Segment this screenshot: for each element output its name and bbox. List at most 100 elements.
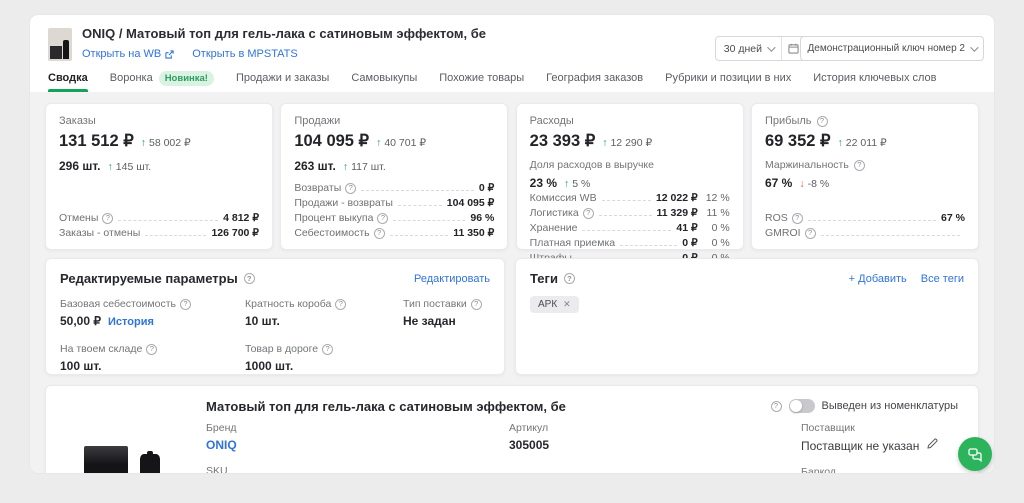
middle-row: Редактируемые параметры Редактировать Ба… <box>45 258 979 375</box>
brand-label: Бренд <box>206 422 237 434</box>
stat-row-orders-minus-cancels: Заказы - отмены 126 700 ₽ <box>59 225 259 239</box>
field-value: 10 шт. <box>245 314 280 328</box>
field-value: 100 шт. <box>60 359 102 373</box>
help-icon[interactable] <box>335 299 346 310</box>
help-icon[interactable] <box>377 213 388 224</box>
row-value: 104 095 ₽ <box>447 197 495 209</box>
calendar-icon <box>788 43 799 54</box>
field-label: Тип поставки <box>403 298 467 310</box>
app-frame: ONIQ / Матовый топ для гель-лака с сатин… <box>30 15 994 473</box>
tab-svodka[interactable]: Сводка <box>48 64 88 92</box>
arrow-up-icon: ↑ <box>564 178 569 190</box>
expenses-share-value: 23 % <box>530 176 557 190</box>
card-title: Расходы <box>530 115 730 127</box>
row-value: 0 ₽ <box>682 237 697 249</box>
tab-prodazhi-i-zakazy[interactable]: Продажи и заказы <box>236 64 329 92</box>
article-value: 305005 <box>509 438 549 452</box>
tab-rubriki[interactable]: Рубрики и позиции в них <box>665 64 791 92</box>
open-wb-link[interactable]: Открыть на WB <box>82 48 174 60</box>
field-label: Базовая себестоимость <box>60 298 176 310</box>
tab-samovykupy[interactable]: Самовыкупы <box>351 64 417 92</box>
help-icon[interactable] <box>180 299 191 310</box>
tab-label: География заказов <box>546 72 643 84</box>
supplier-label: Поставщик <box>801 422 938 434</box>
stat-row-logistics: Логистика 11 329 ₽ 11 % <box>530 205 730 219</box>
leader-line <box>398 205 442 206</box>
thumb-box-shape <box>50 46 62 59</box>
help-icon[interactable] <box>792 213 803 224</box>
tag-chip[interactable]: АРК ✕ <box>530 296 579 313</box>
profit-card: Прибыль 69 352 ₽ ↑22 011 ₽ Маржинальност… <box>751 103 979 250</box>
product-col-supplier: Поставщик Поставщик не указан Баркод <box>801 422 938 473</box>
row-label: Логистика <box>530 207 579 219</box>
brand-link[interactable]: ONIQ <box>206 438 237 452</box>
arrow-up-icon: ↑ <box>108 161 113 173</box>
card-title: Продажи <box>294 115 494 127</box>
tab-label: Самовыкупы <box>351 72 417 84</box>
card-title: Заказы <box>59 115 259 127</box>
help-icon[interactable] <box>471 299 482 310</box>
field-label: Товар в дороге <box>245 343 318 355</box>
stat-row-cost: Себестоимость 11 350 ₽ <box>294 225 494 239</box>
stats-row: Заказы 131 512 ₽ ↑58 002 ₽ 296 шт. ↑145 … <box>45 103 979 250</box>
tab-bar: Сводка ВоронкаНовинка! Продажи и заказы … <box>48 64 937 92</box>
row-label: Заказы - отмены <box>59 227 140 239</box>
tab-pohozhie-tovary[interactable]: Похожие товары <box>439 64 524 92</box>
nomenclature-toggle[interactable] <box>789 399 815 413</box>
open-mpstats-link[interactable]: Открыть в MPSTATS <box>192 48 297 60</box>
add-tag-label: Добавить <box>858 273 907 285</box>
external-link-icon <box>165 50 174 59</box>
row-label: Хранение <box>530 222 578 234</box>
row-percent: 0 % <box>698 237 730 249</box>
supplier-value: Поставщик не указан <box>801 439 919 453</box>
help-icon[interactable] <box>583 208 594 219</box>
arrow-down-icon: ↓ <box>799 178 804 190</box>
edit-params-button[interactable]: Редактировать <box>414 273 490 285</box>
period-selector[interactable]: 30 дней <box>715 36 806 61</box>
help-icon[interactable] <box>102 213 113 224</box>
all-tags-link[interactable]: Все теги <box>921 273 964 285</box>
tag-chip-label: АРК <box>538 299 557 310</box>
thumb-bottle-shape <box>63 40 69 59</box>
support-chat-button[interactable] <box>958 437 992 471</box>
help-icon[interactable] <box>817 116 828 127</box>
tab-geografiya-zakazov[interactable]: География заказов <box>546 64 643 92</box>
plus-icon: + <box>849 273 855 285</box>
tab-label: История ключевых слов <box>813 72 936 84</box>
help-icon[interactable] <box>854 160 865 171</box>
param-goods-in-transit: Товар в дороге 1000 шт. <box>245 343 403 373</box>
orders-qty: 296 шт. <box>59 159 101 173</box>
orders-qty-delta: 145 шт. <box>116 161 151 173</box>
arrow-up-icon: ↑ <box>141 137 146 149</box>
api-key-selector[interactable]: Демонстрационный ключ номер 2 <box>800 36 984 61</box>
help-icon[interactable] <box>244 273 255 284</box>
help-icon[interactable] <box>322 344 333 355</box>
help-icon[interactable] <box>374 228 385 239</box>
add-tag-button[interactable]: + Добавить <box>849 273 907 285</box>
card-title: Прибыль <box>765 115 812 127</box>
help-icon[interactable] <box>146 344 157 355</box>
row-label: Платная приемка <box>530 237 615 249</box>
pencil-icon[interactable] <box>926 438 938 450</box>
leader-line <box>582 230 671 231</box>
tags-card: Теги + Добавить Все теги АРК ✕ <box>515 258 979 375</box>
open-mpstats-label: Открыть в MPSTATS <box>192 48 297 60</box>
help-icon[interactable] <box>564 273 575 284</box>
field-value: 1000 шт. <box>245 359 293 373</box>
api-key-value: Демонстрационный ключ номер 2 <box>808 43 965 54</box>
margin-value: 67 % <box>765 176 792 190</box>
new-badge: Новинка! <box>159 71 214 86</box>
tab-istoriya-klyuchevyh-slov[interactable]: История ключевых слов <box>813 64 936 92</box>
tab-voronka[interactable]: ВоронкаНовинка! <box>110 64 214 92</box>
product-col-brand: Бренд ONIQ SKU <box>206 422 237 473</box>
row-percent: 0 % <box>698 222 730 234</box>
stat-row-commission: Комиссия WB 12 022 ₽ 12 % <box>530 190 730 204</box>
help-icon[interactable] <box>771 401 782 412</box>
header-links: Открыть на WB Открыть в MPSTATS <box>82 48 298 60</box>
cost-history-link[interactable]: История <box>108 316 154 328</box>
help-icon[interactable] <box>805 228 816 239</box>
help-icon[interactable] <box>345 183 356 194</box>
close-icon[interactable]: ✕ <box>563 299 571 310</box>
leader-line <box>145 235 206 236</box>
row-value: 96 % <box>470 212 494 224</box>
